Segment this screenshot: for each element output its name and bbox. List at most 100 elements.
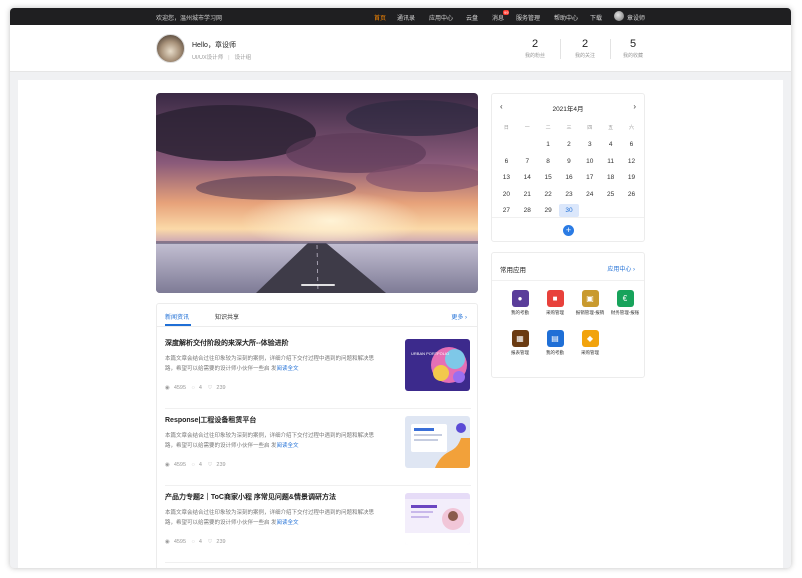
view-count: 4595: [173, 539, 187, 545]
article-desc-text: 本篇文章会结合过往印象较为深刻的案例，详细介绍下交付过程中遇到的问题和解决思路，…: [165, 510, 375, 526]
profile-avatar[interactable]: [156, 34, 185, 63]
hero-banner-image[interactable]: [156, 93, 478, 293]
article-item[interactable]: 深度解析交付阶段的来深大所--体验进阶 本篇文章会结合过往印象较为深刻的案例，详…: [165, 333, 471, 409]
calendar-day[interactable]: 27: [496, 204, 517, 217]
calendar-day[interactable]: 11: [600, 155, 621, 168]
add-event-button[interactable]: +: [563, 225, 574, 236]
article-thumbnail[interactable]: [405, 416, 470, 468]
weekday-label: 六: [628, 124, 634, 131]
app-icon: ◆: [581, 330, 599, 347]
app-shortcut[interactable]: ▣ 报销管理-报销: [572, 290, 608, 320]
tab-knowledge[interactable]: 知识共享: [215, 312, 239, 321]
calendar-week-row: 12346: [496, 137, 642, 154]
calendar-day[interactable]: 20: [496, 188, 517, 201]
stat-followers[interactable]: 2 我的粉丝: [515, 38, 555, 59]
app-shortcut[interactable]: ▤ 我的考勤: [537, 330, 573, 360]
app-shortcut[interactable]: ■ 采购管理: [537, 290, 573, 320]
app-label: 报表管理: [511, 350, 529, 355]
read-more-link[interactable]: 阅读全文: [277, 443, 299, 449]
nav-help[interactable]: 帮助中心: [554, 13, 578, 22]
app-shortcut[interactable]: ◆ 采购管理: [572, 330, 608, 360]
calendar-header: ‹ 2021年4月 ›: [492, 102, 644, 113]
calendar-day[interactable]: 16: [559, 171, 580, 184]
app-icon: ●: [511, 290, 529, 307]
comment-icon: ◌: [191, 462, 195, 468]
calendar-day[interactable]: 28: [517, 204, 538, 217]
article-description: 本篇文章会结合过往印象较为深刻的案例，详细介绍下交付过程中遇到的问题和解决思路，…: [165, 508, 377, 528]
stat-followers-value: 2: [531, 38, 539, 50]
username[interactable]: 章设师: [627, 13, 645, 22]
stat-favorites-label: 我的收藏: [622, 53, 643, 59]
calendar-day[interactable]: 18: [600, 171, 621, 184]
calendar-day[interactable]: 8: [538, 155, 559, 168]
calendar-day[interactable]: 19: [621, 171, 642, 184]
article-title[interactable]: Response|工程设备租赁平台: [165, 415, 256, 425]
heart-icon[interactable]: ♡: [207, 462, 212, 468]
calendar-day[interactable]: 22: [538, 188, 559, 201]
article-thumbnail[interactable]: [405, 493, 470, 545]
thumbnail-caption: URBAN PORTFOLIO: [411, 351, 449, 356]
stat-following[interactable]: 2 我的关注: [565, 38, 605, 59]
calendar-day[interactable]: 26: [621, 188, 642, 201]
app-center-link[interactable]: 应用中心 ›: [607, 264, 635, 273]
calendar-widget: ‹ 2021年4月 › 日 一 二 三 四 五 六 1 2 3 4 6 6 7 8 9 10 11 1…: [491, 93, 645, 242]
read-more-link[interactable]: 阅读全文: [277, 366, 299, 372]
tab-news[interactable]: 新闻资讯: [165, 312, 189, 321]
calendar-day[interactable]: 29: [538, 204, 559, 217]
calendar-empty-cell: [600, 204, 621, 217]
article-item[interactable]: Response|工程设备租赁平台 本篇文章会结合过往印象较为深刻的案例，详细介…: [165, 410, 471, 486]
heart-icon[interactable]: ♡: [207, 539, 212, 545]
article-title[interactable]: 产品力专题2｜ToC商家小程 序常见问题&情景调研方法: [165, 492, 336, 502]
calendar-day[interactable]: 14: [517, 171, 538, 184]
app-shortcut[interactable]: ● 我的考勤: [502, 290, 538, 320]
nav-service-mgmt[interactable]: 服务管理: [516, 13, 540, 22]
calendar-day[interactable]: 10: [579, 155, 600, 168]
top-nav-bar: 欢迎您，温州城市学习网 首页 通讯录 应用中心 云盘 消息 99 服务管理 帮助中…: [10, 8, 791, 25]
read-more-link[interactable]: 阅读全文: [277, 520, 299, 526]
calendar-day[interactable]: 30: [558, 204, 580, 218]
calendar-day[interactable]: 12: [621, 155, 642, 168]
app-center-label: 应用中心: [607, 267, 632, 273]
calendar-day[interactable]: 21: [517, 188, 538, 201]
calendar-day[interactable]: 15: [538, 171, 559, 184]
article-item[interactable]: 产品力专题2｜ToC商家小程 序常见问题&情景调研方法 本篇文章会结合过往印象较…: [165, 487, 471, 563]
like-count: 239: [216, 462, 226, 468]
calendar-day[interactable]: 24: [579, 188, 600, 201]
calendar-day[interactable]: 6: [496, 155, 517, 168]
app-shortcut[interactable]: ▦ 报表管理: [502, 330, 538, 360]
stat-favorites[interactable]: 5 我的收藏: [613, 38, 653, 59]
welcome-text: 欢迎您，温州城市学习网: [156, 16, 223, 22]
calendar-day[interactable]: 13: [496, 171, 517, 184]
calendar-day[interactable]: 23: [559, 188, 580, 201]
calendar-grid: 日 一 二 三 四 五 六 1 2 3 4 6 6 7 8 9 10 11 12 13 14 15 16 17 1…: [496, 120, 642, 219]
calendar-day[interactable]: 17: [579, 171, 600, 184]
calendar-days: 1 2 3 4 6 6 7 8 9 10 11 12 13 14 15 16 17 18 19 20 21 22 23 24 2…: [496, 137, 642, 220]
comment-count: 4: [198, 385, 202, 391]
nav-cloud[interactable]: 云盘: [466, 13, 478, 22]
heart-icon[interactable]: ♡: [207, 385, 212, 391]
calendar-day[interactable]: 3: [579, 138, 600, 151]
nav-contacts[interactable]: 通讯录: [397, 13, 415, 22]
user-avatar-small[interactable]: [614, 11, 624, 21]
calendar-day[interactable]: 4: [600, 138, 621, 151]
article-thumbnail[interactable]: URBAN PORTFOLIO: [405, 339, 470, 391]
nav-messages[interactable]: 消息 99: [492, 10, 510, 22]
eye-icon: ◉: [165, 539, 170, 545]
nav-app-center[interactable]: 应用中心: [429, 13, 453, 22]
app-label: 采购管理: [546, 310, 564, 315]
calendar-day[interactable]: 1: [538, 138, 559, 151]
calendar-day[interactable]: 2: [559, 138, 580, 151]
more-link[interactable]: 更多 ›: [451, 312, 467, 321]
app-shortcut[interactable]: € 财务管理-报账: [607, 290, 643, 320]
calendar-day[interactable]: 9: [559, 155, 580, 168]
article-description: 本篇文章会结合过往印象较为深刻的案例，详细介绍下交付过程中遇到的问题和解决思路，…: [165, 431, 377, 451]
nav-home[interactable]: 首页: [374, 13, 386, 22]
calendar-day[interactable]: 6: [621, 138, 642, 151]
article-meta: ◉ 4595 ◌ 4 ♡ 239: [165, 385, 230, 391]
nav-download[interactable]: 下载: [590, 13, 602, 22]
article-title[interactable]: 深度解析交付阶段的来深大所--体验进阶: [165, 338, 289, 348]
weekday-label: 五: [608, 124, 614, 131]
calendar-day[interactable]: 25: [600, 188, 621, 201]
calendar-day[interactable]: 7: [517, 155, 538, 168]
chevron-right-icon[interactable]: ›: [633, 102, 636, 111]
